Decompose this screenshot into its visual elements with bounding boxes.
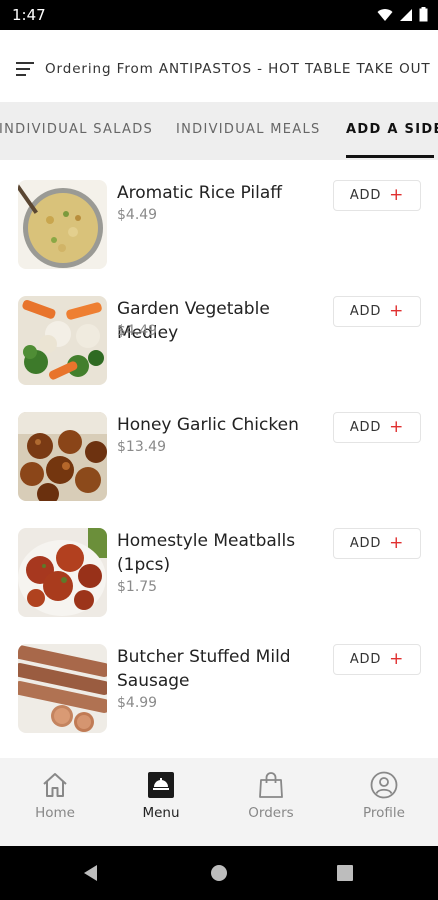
add-button[interactable]: ADD + [333,180,421,211]
nav-menu-label: Menu [142,805,180,821]
item-name: Aromatic Rice Pilaff [117,183,282,203]
shopping-bag-icon [259,772,283,798]
list-item[interactable]: Homestyle Meatballs (1pcs) $1.75 ADD + [0,508,438,624]
nav-orders-label: Orders [248,805,294,821]
add-button-label: ADD [349,536,382,551]
vegetable-medley-image [18,296,107,385]
plus-icon: + [389,649,405,669]
tab-individual-salads[interactable]: INDIVIDUAL SALADS [0,122,153,137]
add-button[interactable]: ADD + [333,644,421,675]
add-button[interactable]: ADD + [333,528,421,559]
list-item[interactable]: Garden Vegetable Medley $4.49 ADD + [0,276,438,392]
item-price: $4.49 [117,323,158,339]
item-price: $4.49 [117,207,158,223]
item-price: $1.75 [117,579,158,595]
add-button[interactable]: ADD + [333,296,421,327]
add-button-label: ADD [349,652,382,667]
status-icons [377,7,428,22]
menu-icon [148,772,174,798]
nav-menu[interactable]: Menu [106,758,216,846]
item-name: Honey Garlic Chicken [117,415,299,435]
list-item[interactable]: Aromatic Rice Pilaff $4.49 ADD + [0,160,438,276]
menu-item-list[interactable]: Aromatic Rice Pilaff $4.49 ADD + Garden … [0,160,438,758]
tab-individual-meals[interactable]: INDIVIDUAL MEALS [176,122,321,137]
nav-orders[interactable]: Orders [216,758,326,846]
item-name: Butcher Stuffed Mild Sausage [117,647,291,691]
list-item[interactable]: Honey Garlic Chicken $13.49 ADD + [0,392,438,508]
tab-add-a-side[interactable]: ADD A SIDE [346,122,438,137]
honey-garlic-chicken-image [18,412,107,501]
page-title: Ordering From ANTIPASTOS - HOT TABLE TAK… [45,61,431,77]
plus-icon: + [389,533,405,553]
cellular-signal-icon [400,8,412,21]
rice-pilaf-image [18,180,107,269]
plus-icon: + [389,185,405,205]
add-button[interactable]: ADD + [333,412,421,443]
list-item[interactable]: Butcher Stuffed Mild Sausage $4.99 ADD + [0,624,438,740]
item-price: $13.49 [117,439,166,455]
add-button-label: ADD [349,420,382,435]
wifi-icon [377,8,393,21]
nav-profile-label: Profile [363,805,405,821]
item-name: Homestyle Meatballs (1pcs) [117,531,296,575]
nav-home[interactable]: Home [0,758,110,846]
back-icon[interactable] [82,864,100,882]
bottom-navigation: Home Menu Orders Profile [0,758,438,846]
hamburger-menu-icon[interactable] [16,61,36,77]
active-tab-indicator [346,155,434,158]
nav-profile[interactable]: Profile [329,758,438,846]
battery-icon [419,7,428,22]
home-icon [43,773,67,797]
app-header: Ordering From ANTIPASTOS - HOT TABLE TAK… [0,30,438,102]
sausage-image [18,644,107,733]
recents-icon[interactable] [337,865,353,881]
meatballs-image [18,528,107,617]
profile-icon [370,771,398,799]
add-button-label: ADD [349,188,382,203]
nav-home-label: Home [35,805,75,821]
status-time: 1:47 [12,6,46,24]
status-bar: 1:47 [0,0,438,30]
home-circle-icon[interactable] [210,864,228,882]
plus-icon: + [389,301,405,321]
plus-icon: + [389,417,405,437]
add-button-label: ADD [349,304,382,319]
category-tabs: INDIVIDUAL SALADS INDIVIDUAL MEALS ADD A… [0,102,438,160]
system-navigation-bar [0,846,438,900]
item-price: $4.99 [117,695,158,711]
